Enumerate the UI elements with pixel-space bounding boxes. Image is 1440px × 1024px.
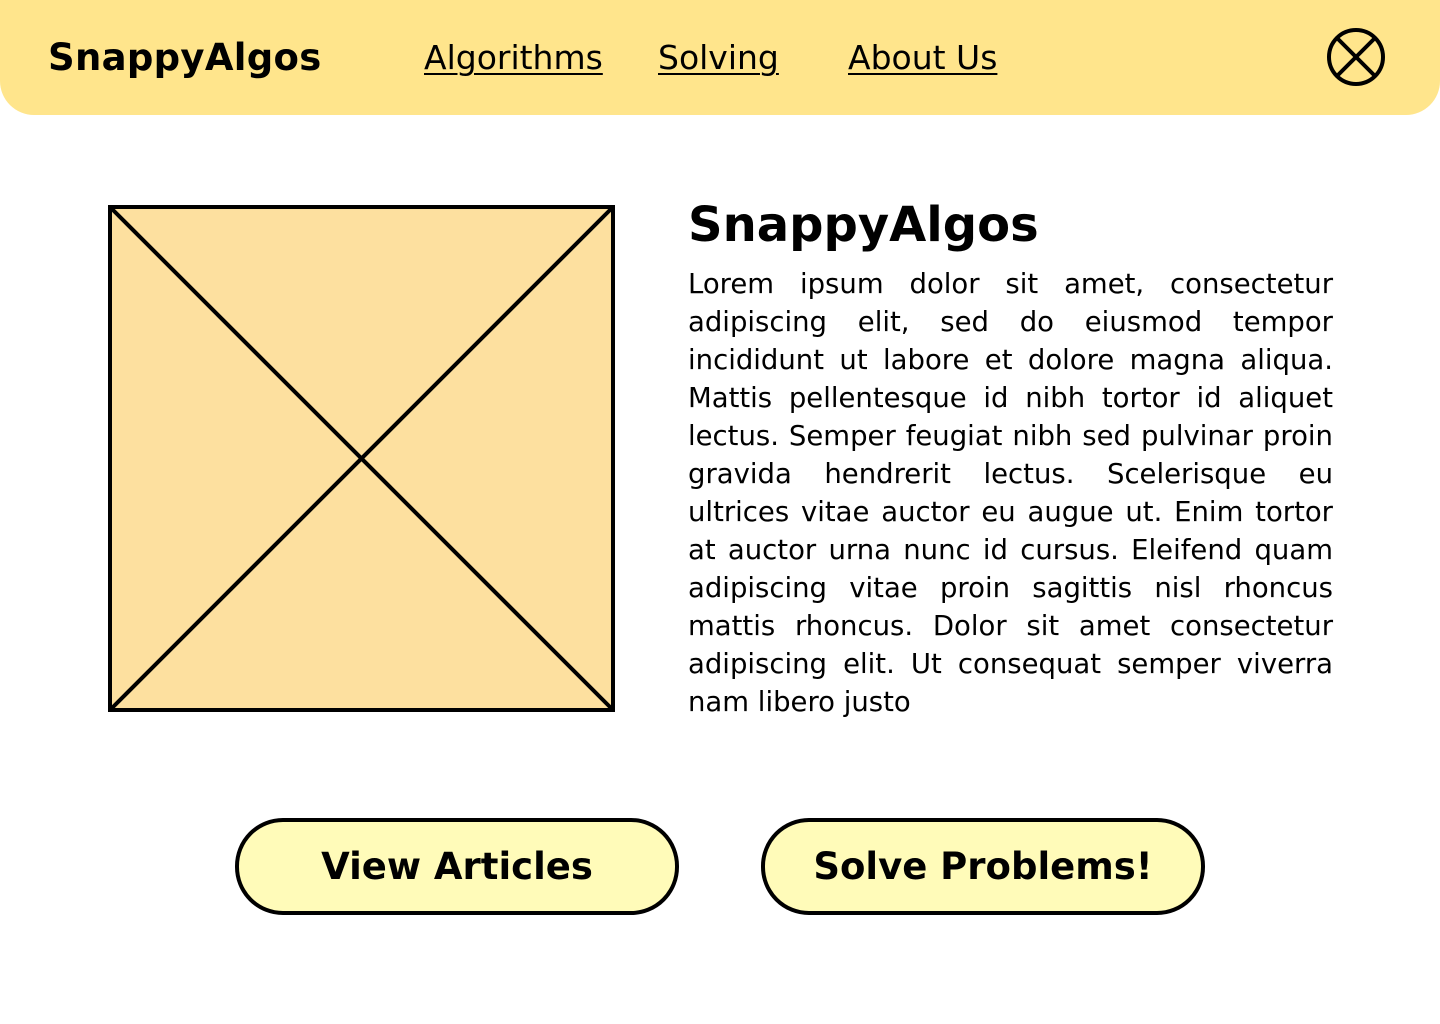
image-placeholder-icon (108, 205, 615, 712)
view-articles-button[interactable]: View Articles (235, 818, 679, 915)
top-nav-bar: SnappyAlgos Algorithms Solving About Us (0, 0, 1440, 115)
nav-link-algorithms[interactable]: Algorithms (424, 36, 603, 80)
hero-title: SnappyAlgos (688, 197, 1039, 253)
brand-logo-text[interactable]: SnappyAlgos (48, 36, 322, 80)
hero-description: Lorem ipsum dolor sit amet, consectetur … (688, 268, 1333, 718)
nav-link-solving[interactable]: Solving (658, 36, 779, 80)
solve-problems-button[interactable]: Solve Problems! (761, 818, 1205, 915)
close-icon[interactable] (1326, 27, 1386, 87)
nav-link-about-us[interactable]: About Us (848, 36, 997, 80)
